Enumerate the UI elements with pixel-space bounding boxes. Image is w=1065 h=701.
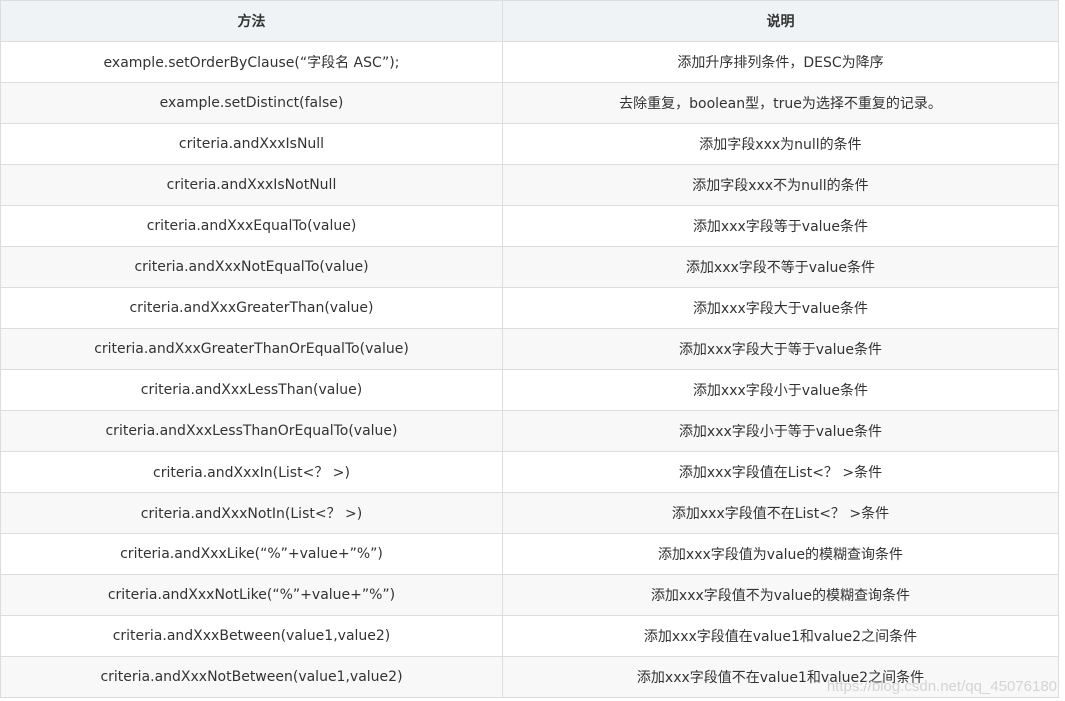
table-row: example.setDistinct(false) 去除重复，boolean型… <box>0 82 1059 124</box>
method-cell: criteria.andXxxNotBetween(value1,value2) <box>0 656 503 698</box>
table-row: criteria.andXxxLessThan(value) 添加xxx字段小于… <box>0 369 1059 411</box>
method-cell: criteria.andXxxLike(“%”+value+”%”) <box>0 533 503 575</box>
method-cell: criteria.andXxxEqualTo(value) <box>0 205 503 247</box>
method-cell: criteria.andXxxIsNull <box>0 123 503 165</box>
table-row: criteria.andXxxBetween(value1,value2) 添加… <box>0 615 1059 657</box>
description-cell: 添加xxx字段大于等于value条件 <box>502 328 1059 370</box>
method-cell: criteria.andXxxNotLike(“%”+value+”%”) <box>0 574 503 616</box>
description-cell: 去除重复，boolean型，true为选择不重复的记录。 <box>502 82 1059 124</box>
description-cell: 添加xxx字段不等于value条件 <box>502 246 1059 288</box>
method-cell: criteria.andXxxBetween(value1,value2) <box>0 615 503 657</box>
method-cell: criteria.andXxxIsNotNull <box>0 164 503 206</box>
description-cell: 添加xxx字段小于等于value条件 <box>502 410 1059 452</box>
method-cell: example.setOrderByClause(“字段名 ASC”); <box>0 41 503 83</box>
method-cell: criteria.andXxxLessThanOrEqualTo(value) <box>0 410 503 452</box>
table-row: criteria.andXxxEqualTo(value) 添加xxx字段等于v… <box>0 205 1059 247</box>
table-row: criteria.andXxxGreaterThan(value) 添加xxx字… <box>0 287 1059 329</box>
column-header-description: 说明 <box>502 0 1059 42</box>
method-cell: criteria.andXxxNotEqualTo(value) <box>0 246 503 288</box>
table-row: example.setOrderByClause(“字段名 ASC”); 添加升… <box>0 41 1059 83</box>
table-body: example.setOrderByClause(“字段名 ASC”); 添加升… <box>0 41 1059 698</box>
table-row: criteria.andXxxGreaterThanOrEqualTo(valu… <box>0 328 1059 370</box>
description-cell: 添加xxx字段值不在value1和value2之间条件 <box>502 656 1059 698</box>
method-cell: criteria.andXxxGreaterThan(value) <box>0 287 503 329</box>
table-row: criteria.andXxxLike(“%”+value+”%”) 添加xxx… <box>0 533 1059 575</box>
description-cell: 添加xxx字段值不为value的模糊查询条件 <box>502 574 1059 616</box>
header-row: 方法 说明 <box>0 0 1059 42</box>
table-row: criteria.andXxxIsNull 添加字段xxx为null的条件 <box>0 123 1059 165</box>
table-row: criteria.andXxxIsNotNull 添加字段xxx不为null的条… <box>0 164 1059 206</box>
method-cell: criteria.andXxxNotIn(List<？ >) <box>0 492 503 534</box>
methods-table: 方法 说明 example.setOrderByClause(“字段名 ASC”… <box>0 0 1059 698</box>
description-cell: 添加xxx字段等于value条件 <box>502 205 1059 247</box>
table-row: criteria.andXxxNotBetween(value1,value2)… <box>0 656 1059 698</box>
description-cell: 添加xxx字段大于value条件 <box>502 287 1059 329</box>
description-cell: 添加升序排列条件，DESC为降序 <box>502 41 1059 83</box>
table-row: criteria.andXxxNotIn(List<？ >) 添加xxx字段值不… <box>0 492 1059 534</box>
table-row: criteria.andXxxLessThanOrEqualTo(value) … <box>0 410 1059 452</box>
method-cell: criteria.andXxxLessThan(value) <box>0 369 503 411</box>
description-cell: 添加字段xxx不为null的条件 <box>502 164 1059 206</box>
table-row: criteria.andXxxNotLike(“%”+value+”%”) 添加… <box>0 574 1059 616</box>
description-cell: 添加xxx字段值在value1和value2之间条件 <box>502 615 1059 657</box>
description-cell: 添加字段xxx为null的条件 <box>502 123 1059 165</box>
description-cell: 添加xxx字段小于value条件 <box>502 369 1059 411</box>
method-cell: criteria.andXxxGreaterThanOrEqualTo(valu… <box>0 328 503 370</box>
description-cell: 添加xxx字段值为value的模糊查询条件 <box>502 533 1059 575</box>
table-header: 方法 说明 <box>0 0 1059 42</box>
table-row: criteria.andXxxNotEqualTo(value) 添加xxx字段… <box>0 246 1059 288</box>
method-cell: criteria.andXxxIn(List<？ >) <box>0 451 503 493</box>
description-cell: 添加xxx字段值在List<？ >条件 <box>502 451 1059 493</box>
column-header-method: 方法 <box>0 0 503 42</box>
description-cell: 添加xxx字段值不在List<？ >条件 <box>502 492 1059 534</box>
table-row: criteria.andXxxIn(List<？ >) 添加xxx字段值在Lis… <box>0 451 1059 493</box>
method-cell: example.setDistinct(false) <box>0 82 503 124</box>
